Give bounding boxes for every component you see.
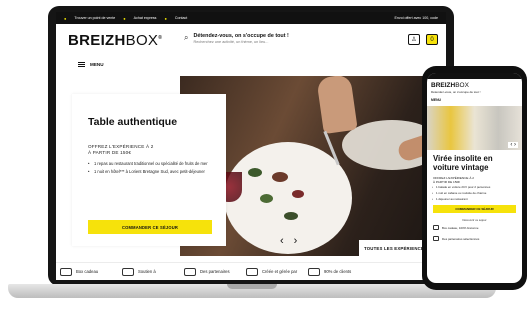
search-placeholder[interactable]: Recherchez une activité, un thème, un li…: [193, 40, 288, 45]
laptop-screen: ● Trouver un point de vente ● Achat expr…: [56, 12, 446, 280]
phone-category-item[interactable]: Box cadeau, 100% bretonne: [427, 222, 522, 233]
phone-logo-light: BOX: [455, 82, 469, 89]
category-item[interactable]: Soutien à: [122, 267, 184, 276]
category-bar: Box cadeau Soutien à Des partenaires Cré…: [56, 262, 446, 280]
search-icon[interactable]: ⌕: [184, 33, 188, 42]
menu-label: MENU: [90, 62, 104, 67]
phone-logo[interactable]: BREIZHBOX: [427, 79, 522, 90]
food-item: [292, 190, 304, 198]
offer-card: Table authentique OFFREZ L'EXPÉRIENCE À …: [72, 94, 226, 246]
phone-logo-bold: BREIZH: [431, 82, 456, 89]
site-header: BREIZHBOX® ⌕ Détendez-vous, on s'occupe …: [56, 24, 446, 56]
logo-light: BOX: [125, 31, 159, 49]
phone-hero-image: ‹ ›: [427, 106, 522, 150]
offer-bullet: 1 repas au restaurant traditionnel ou sp…: [88, 161, 210, 167]
category-label: Des partenaires: [200, 269, 230, 274]
search-bar[interactable]: ⌕ Détendez-vous, on s'occupe de tout ! R…: [184, 33, 344, 49]
phone-offer-bullet: 1 déjeuner au restaurant: [427, 197, 522, 202]
top-bar: ● Trouver un point de vente ● Achat expr…: [56, 12, 446, 24]
food-item: [260, 194, 273, 203]
cart-icon[interactable]: 0: [426, 34, 438, 45]
mail-icon: ●: [164, 15, 167, 21]
prev-arrow-icon[interactable]: ‹: [280, 235, 284, 247]
hand: [316, 76, 358, 135]
category-label: Soutien à: [138, 269, 156, 274]
category-item[interactable]: 90% de clients: [308, 267, 370, 276]
map-icon: [246, 267, 258, 276]
carousel-arrows: ‹ ›: [280, 235, 297, 247]
phone-offer-line-2: À PARTIR DE 150€: [433, 180, 460, 184]
menu-button[interactable]: MENU: [78, 62, 104, 67]
phone-screen: BREIZHBOX Détendez-vous, on s'occupe de …: [427, 73, 522, 283]
phone-offer-title: Virée insolite en voiture vintage: [433, 154, 493, 172]
logo-reg: ®: [158, 34, 163, 41]
phone-category-item[interactable]: Des partenaires sélectionnés: [427, 233, 522, 244]
category-label: Créée et gérée par: [262, 269, 298, 274]
food-item: [272, 172, 288, 182]
gift-icon: [433, 225, 439, 231]
category-label: 90% de clients: [324, 269, 352, 274]
phone-offer-bullet: 1 nuit en cabane ou roulotte de charme: [427, 191, 522, 196]
logo-bold: BREIZH: [68, 31, 126, 49]
category-item[interactable]: Créée et gérée par: [246, 267, 308, 276]
topbar-link-contact[interactable]: Contact: [175, 16, 187, 20]
handshake-icon: [433, 236, 439, 242]
heart-icon: [122, 267, 134, 276]
site-logo[interactable]: BREIZHBOX®: [68, 32, 162, 49]
topbar-link-express[interactable]: Achat express: [134, 16, 157, 20]
gift-icon: [60, 267, 72, 276]
laptop-notch: [227, 284, 277, 289]
phone-menu-button[interactable]: MENU: [427, 94, 522, 106]
food-item: [284, 212, 298, 220]
location-icon: ●: [64, 15, 67, 21]
cart-count: 0: [430, 36, 434, 43]
category-item[interactable]: Des partenaires: [184, 267, 246, 276]
offer-bullet: 1 nuit en hôtel*** à Lorient Bretagne Su…: [88, 169, 210, 175]
star-icon: [308, 267, 320, 276]
bolt-icon: ●: [123, 15, 126, 21]
category-label: Box cadeau: [76, 269, 99, 274]
order-button[interactable]: COMMANDER CE SÉJOUR: [88, 220, 212, 234]
phone-category-label: Box cadeau, 100% bretonne: [442, 225, 479, 230]
phone-category-label: Des partenaires sélectionnés: [442, 236, 480, 241]
search-headline: Détendez-vous, on s'occupe de tout !: [193, 33, 289, 39]
topbar-link-store[interactable]: Trouver un point de vente: [74, 16, 115, 20]
device-mockup: ● Trouver un point de vente ● Achat expr…: [0, 0, 531, 312]
shipping-promo: Envoi offert avec 100, code: [394, 16, 439, 20]
phone-order-button[interactable]: COMMANDER CE SÉJOUR: [433, 205, 516, 214]
category-item[interactable]: Box cadeau: [60, 267, 122, 276]
offer-price-text: OFFREZ L'EXPÉRIENCE À 2 À PARTIR DE 150€: [88, 144, 210, 156]
phone-carousel-arrows[interactable]: ‹ ›: [508, 142, 518, 148]
offer-bullets: 1 repas au restaurant traditionnel ou sp…: [88, 161, 210, 175]
offer-title: Table authentique: [88, 116, 178, 128]
handshake-icon: [184, 267, 196, 276]
phone-offer-bullet: 1 balade en voiture 2CV pour 2 personnes: [427, 185, 522, 190]
user-icon[interactable]: ♙: [408, 34, 420, 45]
offer-line-2: À PARTIR DE 150€: [88, 150, 132, 155]
food-item: [248, 168, 262, 177]
hamburger-icon: [78, 62, 85, 67]
next-arrow-icon[interactable]: ›: [294, 235, 298, 247]
